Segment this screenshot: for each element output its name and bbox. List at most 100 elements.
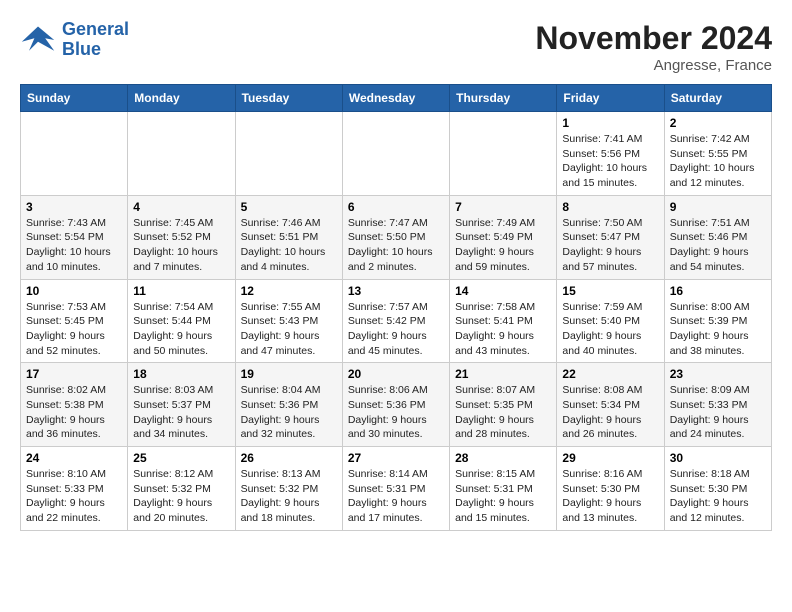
day-number: 30 <box>670 451 766 465</box>
day-info: Sunrise: 8:02 AM Sunset: 5:38 PM Dayligh… <box>26 383 122 442</box>
calendar-cell: 3 Sunrise: 7:43 AM Sunset: 5:54 PM Daylig… <box>21 195 128 279</box>
page-header: General Blue November 2024 Angresse, Fra… <box>20 20 772 74</box>
month-title: November 2024 <box>535 20 772 57</box>
calendar-cell <box>342 112 449 196</box>
calendar-cell: 12 Sunrise: 7:55 AM Sunset: 5:43 PM Dayli… <box>235 279 342 363</box>
day-number: 14 <box>455 284 551 298</box>
day-number: 16 <box>670 284 766 298</box>
calendar-cell: 1Sunrise: 7:41 AM Sunset: 5:56 PM Daylig… <box>557 112 664 196</box>
day-info: Sunrise: 8:09 AM Sunset: 5:33 PM Dayligh… <box>670 383 766 442</box>
day-info: Sunrise: 8:14 AM Sunset: 5:31 PM Dayligh… <box>348 467 444 526</box>
day-info: Sunrise: 7:46 AM Sunset: 5:51 PM Dayligh… <box>241 216 337 275</box>
day-info: Sunrise: 8:15 AM Sunset: 5:31 PM Dayligh… <box>455 467 551 526</box>
day-info: Sunrise: 8:18 AM Sunset: 5:30 PM Dayligh… <box>670 467 766 526</box>
calendar-cell: 26 Sunrise: 8:13 AM Sunset: 5:32 PM Dayli… <box>235 447 342 531</box>
day-info: Sunrise: 8:10 AM Sunset: 5:33 PM Dayligh… <box>26 467 122 526</box>
day-info: Sunrise: 8:12 AM Sunset: 5:32 PM Dayligh… <box>133 467 229 526</box>
calendar-week-4: 24Sunrise: 8:10 AM Sunset: 5:33 PM Dayli… <box>21 447 772 531</box>
day-number: 7 <box>455 200 551 214</box>
day-info: Sunrise: 8:13 AM Sunset: 5:32 PM Dayligh… <box>241 467 337 526</box>
logo: General Blue <box>20 20 129 60</box>
title-block: November 2024 Angresse, France <box>535 20 772 74</box>
calendar-week-1: 3 Sunrise: 7:43 AM Sunset: 5:54 PM Daylig… <box>21 195 772 279</box>
day-info: Sunrise: 7:49 AM Sunset: 5:49 PM Dayligh… <box>455 216 551 275</box>
calendar-cell: 15Sunrise: 7:59 AM Sunset: 5:40 PM Dayli… <box>557 279 664 363</box>
header-thursday: Thursday <box>450 85 557 112</box>
day-number: 12 <box>241 284 337 298</box>
day-number: 15 <box>562 284 658 298</box>
day-number: 2 <box>670 116 766 130</box>
header-friday: Friday <box>557 85 664 112</box>
weekday-row: Sunday Monday Tuesday Wednesday Thursday… <box>21 85 772 112</box>
calendar-cell: 17Sunrise: 8:02 AM Sunset: 5:38 PM Dayli… <box>21 363 128 447</box>
calendar-cell: 7 Sunrise: 7:49 AM Sunset: 5:49 PM Daylig… <box>450 195 557 279</box>
day-info: Sunrise: 8:04 AM Sunset: 5:36 PM Dayligh… <box>241 383 337 442</box>
day-number: 20 <box>348 367 444 381</box>
header-wednesday: Wednesday <box>342 85 449 112</box>
calendar-cell: 5Sunrise: 7:46 AM Sunset: 5:51 PM Daylig… <box>235 195 342 279</box>
day-info: Sunrise: 8:03 AM Sunset: 5:37 PM Dayligh… <box>133 383 229 442</box>
day-number: 18 <box>133 367 229 381</box>
calendar-week-3: 17Sunrise: 8:02 AM Sunset: 5:38 PM Dayli… <box>21 363 772 447</box>
calendar-cell: 27 Sunrise: 8:14 AM Sunset: 5:31 PM Dayli… <box>342 447 449 531</box>
calendar-cell: 13Sunrise: 7:57 AM Sunset: 5:42 PM Dayli… <box>342 279 449 363</box>
day-number: 6 <box>348 200 444 214</box>
day-number: 29 <box>562 451 658 465</box>
day-info: Sunrise: 7:51 AM Sunset: 5:46 PM Dayligh… <box>670 216 766 275</box>
calendar-cell: 2Sunrise: 7:42 AM Sunset: 5:55 PM Daylig… <box>664 112 771 196</box>
day-number: 25 <box>133 451 229 465</box>
calendar-cell: 6 Sunrise: 7:47 AM Sunset: 5:50 PM Daylig… <box>342 195 449 279</box>
calendar-cell: 23 Sunrise: 8:09 AM Sunset: 5:33 PM Dayli… <box>664 363 771 447</box>
logo-icon <box>20 22 56 58</box>
day-info: Sunrise: 7:43 AM Sunset: 5:54 PM Dayligh… <box>26 216 122 275</box>
location: Angresse, France <box>535 57 772 74</box>
day-number: 21 <box>455 367 551 381</box>
day-info: Sunrise: 8:07 AM Sunset: 5:35 PM Dayligh… <box>455 383 551 442</box>
calendar-cell: 9 Sunrise: 7:51 AM Sunset: 5:46 PM Daylig… <box>664 195 771 279</box>
day-info: Sunrise: 7:41 AM Sunset: 5:56 PM Dayligh… <box>562 132 658 191</box>
calendar-cell: 4 Sunrise: 7:45 AM Sunset: 5:52 PM Daylig… <box>128 195 235 279</box>
day-number: 27 <box>348 451 444 465</box>
day-info: Sunrise: 7:47 AM Sunset: 5:50 PM Dayligh… <box>348 216 444 275</box>
calendar-cell: 14 Sunrise: 7:58 AM Sunset: 5:41 PM Dayli… <box>450 279 557 363</box>
day-info: Sunrise: 7:50 AM Sunset: 5:47 PM Dayligh… <box>562 216 658 275</box>
calendar-header: Sunday Monday Tuesday Wednesday Thursday… <box>21 85 772 112</box>
day-number: 10 <box>26 284 122 298</box>
calendar-cell: 21 Sunrise: 8:07 AM Sunset: 5:35 PM Dayli… <box>450 363 557 447</box>
header-tuesday: Tuesday <box>235 85 342 112</box>
day-number: 4 <box>133 200 229 214</box>
day-number: 28 <box>455 451 551 465</box>
calendar-cell: 29 Sunrise: 8:16 AM Sunset: 5:30 PM Dayli… <box>557 447 664 531</box>
calendar-cell <box>21 112 128 196</box>
calendar-week-2: 10 Sunrise: 7:53 AM Sunset: 5:45 PM Dayli… <box>21 279 772 363</box>
day-info: Sunrise: 7:54 AM Sunset: 5:44 PM Dayligh… <box>133 300 229 359</box>
calendar-cell: 19 Sunrise: 8:04 AM Sunset: 5:36 PM Dayli… <box>235 363 342 447</box>
day-number: 3 <box>26 200 122 214</box>
calendar-cell <box>450 112 557 196</box>
header-saturday: Saturday <box>664 85 771 112</box>
day-number: 26 <box>241 451 337 465</box>
calendar-cell <box>235 112 342 196</box>
day-number: 9 <box>670 200 766 214</box>
day-info: Sunrise: 7:53 AM Sunset: 5:45 PM Dayligh… <box>26 300 122 359</box>
day-info: Sunrise: 7:45 AM Sunset: 5:52 PM Dayligh… <box>133 216 229 275</box>
calendar-cell: 25 Sunrise: 8:12 AM Sunset: 5:32 PM Dayli… <box>128 447 235 531</box>
day-info: Sunrise: 8:00 AM Sunset: 5:39 PM Dayligh… <box>670 300 766 359</box>
day-number: 11 <box>133 284 229 298</box>
header-sunday: Sunday <box>21 85 128 112</box>
calendar-table: Sunday Monday Tuesday Wednesday Thursday… <box>20 84 772 531</box>
day-info: Sunrise: 7:58 AM Sunset: 5:41 PM Dayligh… <box>455 300 551 359</box>
calendar-cell: 18 Sunrise: 8:03 AM Sunset: 5:37 PM Dayli… <box>128 363 235 447</box>
calendar-cell: 8Sunrise: 7:50 AM Sunset: 5:47 PM Daylig… <box>557 195 664 279</box>
day-info: Sunrise: 7:55 AM Sunset: 5:43 PM Dayligh… <box>241 300 337 359</box>
calendar-week-0: 1Sunrise: 7:41 AM Sunset: 5:56 PM Daylig… <box>21 112 772 196</box>
calendar-cell: 16 Sunrise: 8:00 AM Sunset: 5:39 PM Dayli… <box>664 279 771 363</box>
day-info: Sunrise: 8:16 AM Sunset: 5:30 PM Dayligh… <box>562 467 658 526</box>
calendar-cell: 11 Sunrise: 7:54 AM Sunset: 5:44 PM Dayli… <box>128 279 235 363</box>
day-number: 19 <box>241 367 337 381</box>
header-monday: Monday <box>128 85 235 112</box>
day-info: Sunrise: 8:06 AM Sunset: 5:36 PM Dayligh… <box>348 383 444 442</box>
calendar-cell: 22Sunrise: 8:08 AM Sunset: 5:34 PM Dayli… <box>557 363 664 447</box>
day-info: Sunrise: 7:57 AM Sunset: 5:42 PM Dayligh… <box>348 300 444 359</box>
day-number: 23 <box>670 367 766 381</box>
